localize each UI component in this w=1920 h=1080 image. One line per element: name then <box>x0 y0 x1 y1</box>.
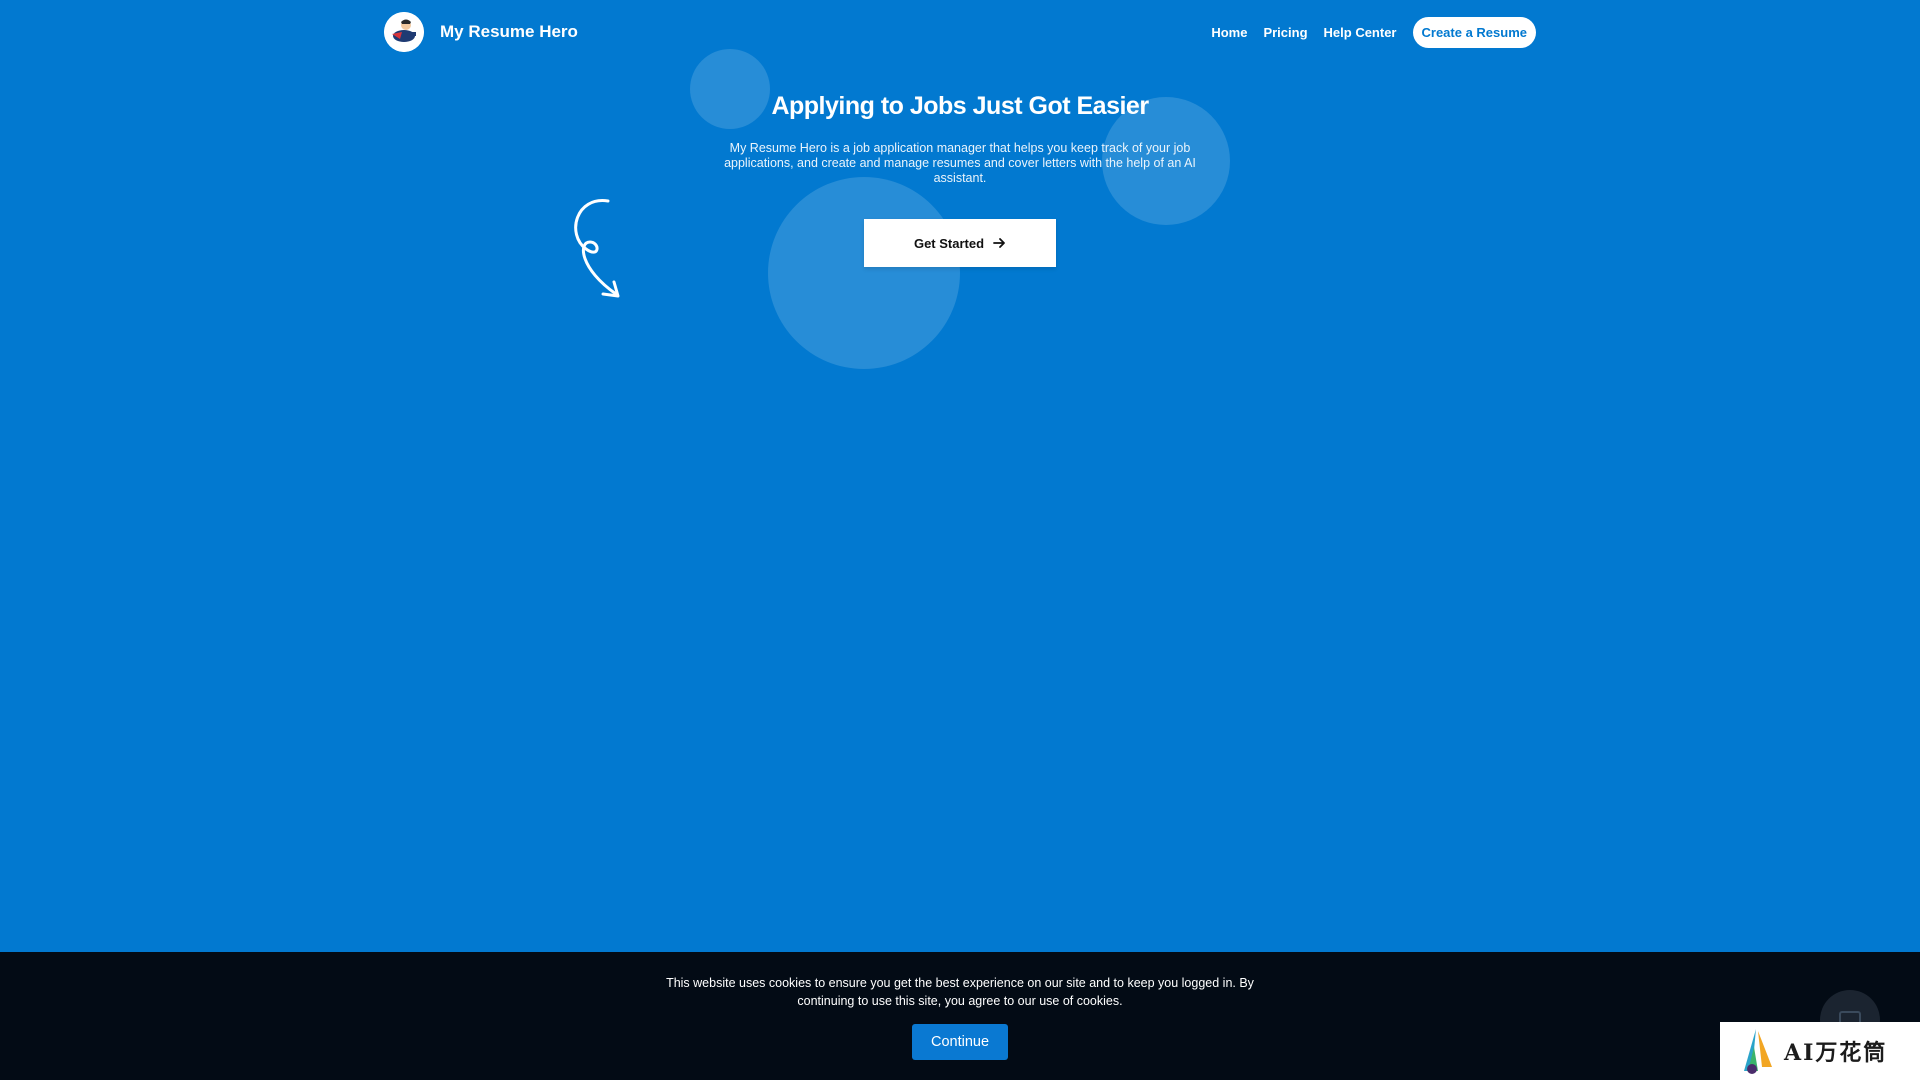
arrow-right-icon <box>993 238 1005 248</box>
top-nav: My Resume Hero Home Pricing Help Center … <box>384 12 1536 52</box>
brand-name[interactable]: My Resume Hero <box>440 22 578 42</box>
nav-links: Home Pricing Help Center Create a Resume <box>1211 16 1536 48</box>
nav-home-link[interactable]: Home <box>1211 25 1247 40</box>
hero-avatar-icon[interactable] <box>384 12 424 52</box>
cookie-continue-button[interactable]: Continue <box>912 1024 1008 1060</box>
curly-arrow-icon <box>574 199 620 298</box>
cookie-banner: This website uses cookies to ensure you … <box>0 952 1920 1080</box>
decor-bubble-large <box>768 177 960 369</box>
nav-pricing-link[interactable]: Pricing <box>1263 25 1307 40</box>
get-started-label: Get Started <box>913 235 985 251</box>
create-resume-button[interactable]: Create a Resume <box>1412 16 1536 48</box>
nav-help-center-link[interactable]: Help Center <box>1324 25 1397 40</box>
cookie-text: This website uses cookies to ensure you … <box>666 976 1254 1008</box>
hero-title: Applying to Jobs Just Got Easier <box>771 92 1149 120</box>
watermark-logo: AI万花筒 <box>1720 1022 1920 1080</box>
hero-subtitle: My Resume Hero is a job application mana… <box>724 141 1196 185</box>
get-started-button[interactable]: Get Started <box>864 219 1056 267</box>
watermark-icon <box>1744 1029 1772 1074</box>
watermark-text: AI万花筒 <box>1784 1040 1888 1066</box>
